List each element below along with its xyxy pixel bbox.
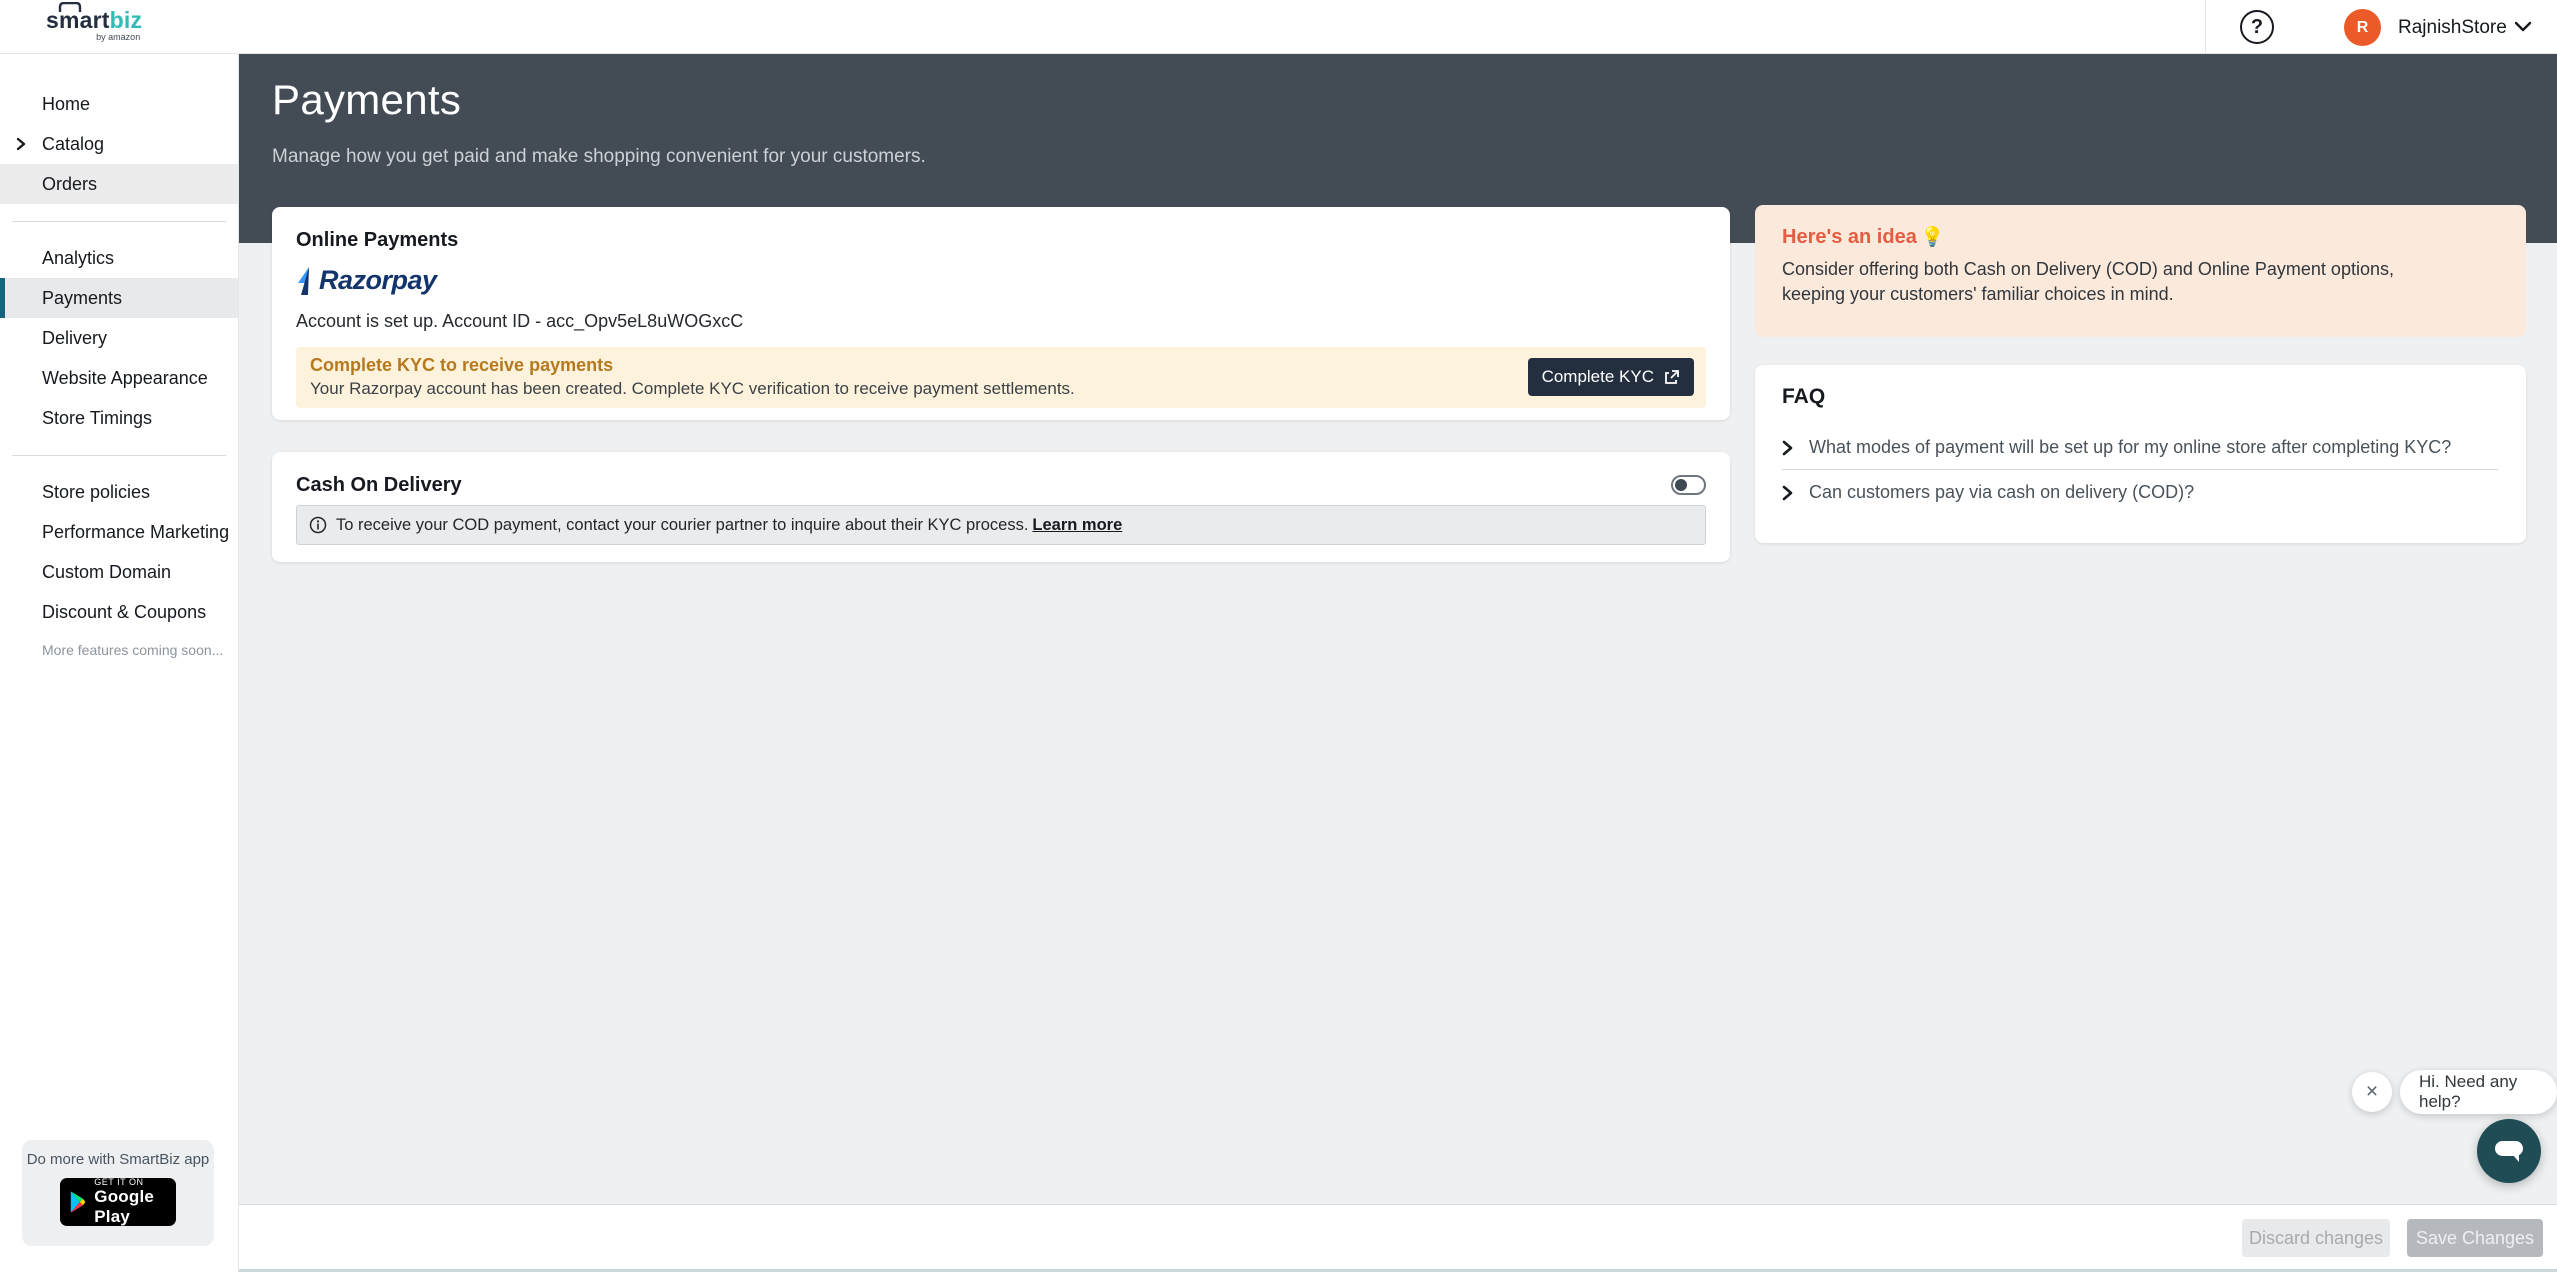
smartbiz-logo[interactable]: smartbiz by amazon <box>46 7 142 42</box>
faq-question: Can customers pay via cash on delivery (… <box>1809 482 2194 503</box>
faq-card: FAQ What modes of payment will be set up… <box>1755 365 2526 543</box>
google-play-icon <box>70 1189 86 1215</box>
page-subtitle: Manage how you get paid and make shoppin… <box>272 146 926 168</box>
kyc-banner-title: Complete KYC to receive payments <box>310 355 613 376</box>
sidebar-item-website-appearance[interactable]: Website Appearance <box>0 358 238 398</box>
lightbulb-emoji-icon: 💡 <box>1921 227 1945 248</box>
sidebar-footnote: More features coming soon... <box>0 642 238 658</box>
save-changes-button[interactable]: Save Changes <box>2407 1219 2543 1257</box>
get-it-on-label: GET IT ON <box>94 1177 176 1187</box>
app-window: smartbiz by amazon ? R RajnishStore Home… <box>0 0 2557 1272</box>
external-link-icon <box>1663 369 1680 386</box>
sidebar-item-store-policies[interactable]: Store policies <box>0 472 238 512</box>
google-play-badge[interactable]: GET IT ON Google Play <box>60 1178 176 1226</box>
online-payments-card: Online Payments Razorpay Account is set … <box>272 207 1730 420</box>
chevron-down-icon[interactable] <box>2514 21 2532 33</box>
help-question-mark: ? <box>2251 16 2263 39</box>
chat-launcher-button[interactable] <box>2477 1119 2541 1183</box>
kyc-banner: Complete KYC to receive payments Your Ra… <box>296 347 1706 408</box>
online-payments-title: Online Payments <box>296 229 458 252</box>
shop-awning-icon <box>58 2 82 12</box>
sidebar-nav: Home Catalog Orders Analytics Payments D… <box>0 54 238 658</box>
cash-on-delivery-card: Cash On Delivery To receive your COD pay… <box>272 452 1730 562</box>
google-play-text: GET IT ON Google Play <box>94 1177 176 1227</box>
sidebar-item-custom-domain[interactable]: Custom Domain <box>0 552 238 592</box>
sidebar-divider <box>12 221 226 222</box>
topbar-divider <box>2205 0 2206 53</box>
google-play-label: Google Play <box>94 1187 176 1227</box>
cod-info-bar: To receive your COD payment, contact you… <box>296 505 1706 545</box>
sidebar-item-delivery[interactable]: Delivery <box>0 318 238 358</box>
chevron-right-icon <box>1782 440 1794 456</box>
sidebar-item-home[interactable]: Home <box>0 84 238 124</box>
faq-item-cod[interactable]: Can customers pay via cash on delivery (… <box>1782 482 2498 503</box>
promo-text: Do more with SmartBiz app <box>22 1151 214 1168</box>
faq-item-payment-modes[interactable]: What modes of payment will be set up for… <box>1782 437 2498 458</box>
sidebar: Home Catalog Orders Analytics Payments D… <box>0 54 239 1272</box>
page-title: Payments <box>272 76 461 124</box>
sidebar-item-orders[interactable]: Orders <box>0 164 238 204</box>
kyc-banner-body: Your Razorpay account has been created. … <box>310 379 1075 399</box>
logo-byline: by amazon <box>46 32 142 42</box>
help-icon[interactable]: ? <box>2240 10 2274 44</box>
sidebar-item-performance-marketing[interactable]: Performance Marketing <box>0 512 238 552</box>
user-menu[interactable]: RajnishStore <box>2398 17 2507 39</box>
sidebar-item-payments[interactable]: Payments <box>0 278 238 318</box>
chevron-right-icon <box>16 137 27 151</box>
sidebar-item-label: Catalog <box>42 134 104 154</box>
footer-action-bar: Discard changes Save Changes <box>239 1204 2557 1269</box>
razorpay-logo: Razorpay <box>296 265 437 296</box>
account-status-text: Account is set up. Account ID - acc_Opv5… <box>296 311 743 332</box>
cod-info-text: To receive your COD payment, contact you… <box>336 516 1122 535</box>
info-icon <box>309 516 327 534</box>
cod-toggle-knob <box>1675 479 1687 491</box>
discard-changes-button[interactable]: Discard changes <box>2242 1219 2390 1257</box>
avatar-initial: R <box>2357 19 2369 37</box>
razorpay-wordmark: Razorpay <box>319 265 437 296</box>
cod-toggle[interactable] <box>1671 475 1706 495</box>
faq-title: FAQ <box>1782 385 1825 409</box>
chat-close-icon[interactable]: × <box>2352 1072 2392 1112</box>
cod-title: Cash On Delivery <box>296 474 462 497</box>
sidebar-divider <box>12 455 226 456</box>
sidebar-item-analytics[interactable]: Analytics <box>0 238 238 278</box>
idea-card: Here's an idea💡 Consider offering both C… <box>1755 205 2526 337</box>
chevron-right-icon <box>1782 485 1794 501</box>
avatar[interactable]: R <box>2344 9 2381 46</box>
sidebar-item-catalog[interactable]: Catalog <box>0 124 238 164</box>
idea-title: Here's an idea💡 <box>1782 225 1945 249</box>
sidebar-item-store-timings[interactable]: Store Timings <box>0 398 238 438</box>
complete-kyc-button[interactable]: Complete KYC <box>1528 358 1694 396</box>
complete-kyc-label: Complete KYC <box>1542 367 1654 387</box>
chat-greeting-bubble[interactable]: Hi. Need any help? <box>2400 1070 2557 1114</box>
chat-bubble-icon <box>2493 1137 2525 1165</box>
top-bar: smartbiz by amazon ? R RajnishStore <box>0 0 2557 54</box>
idea-body: Consider offering both Cash on Delivery … <box>1782 257 2462 307</box>
razorpay-flag-icon <box>296 266 316 296</box>
learn-more-link[interactable]: Learn more <box>1032 516 1122 534</box>
faq-question: What modes of payment will be set up for… <box>1809 437 2451 458</box>
sidebar-item-discount-coupons[interactable]: Discount & Coupons <box>0 592 238 632</box>
faq-divider <box>1782 469 2498 470</box>
app-promo-card: Do more with SmartBiz app GET IT ON Goog… <box>22 1140 214 1246</box>
